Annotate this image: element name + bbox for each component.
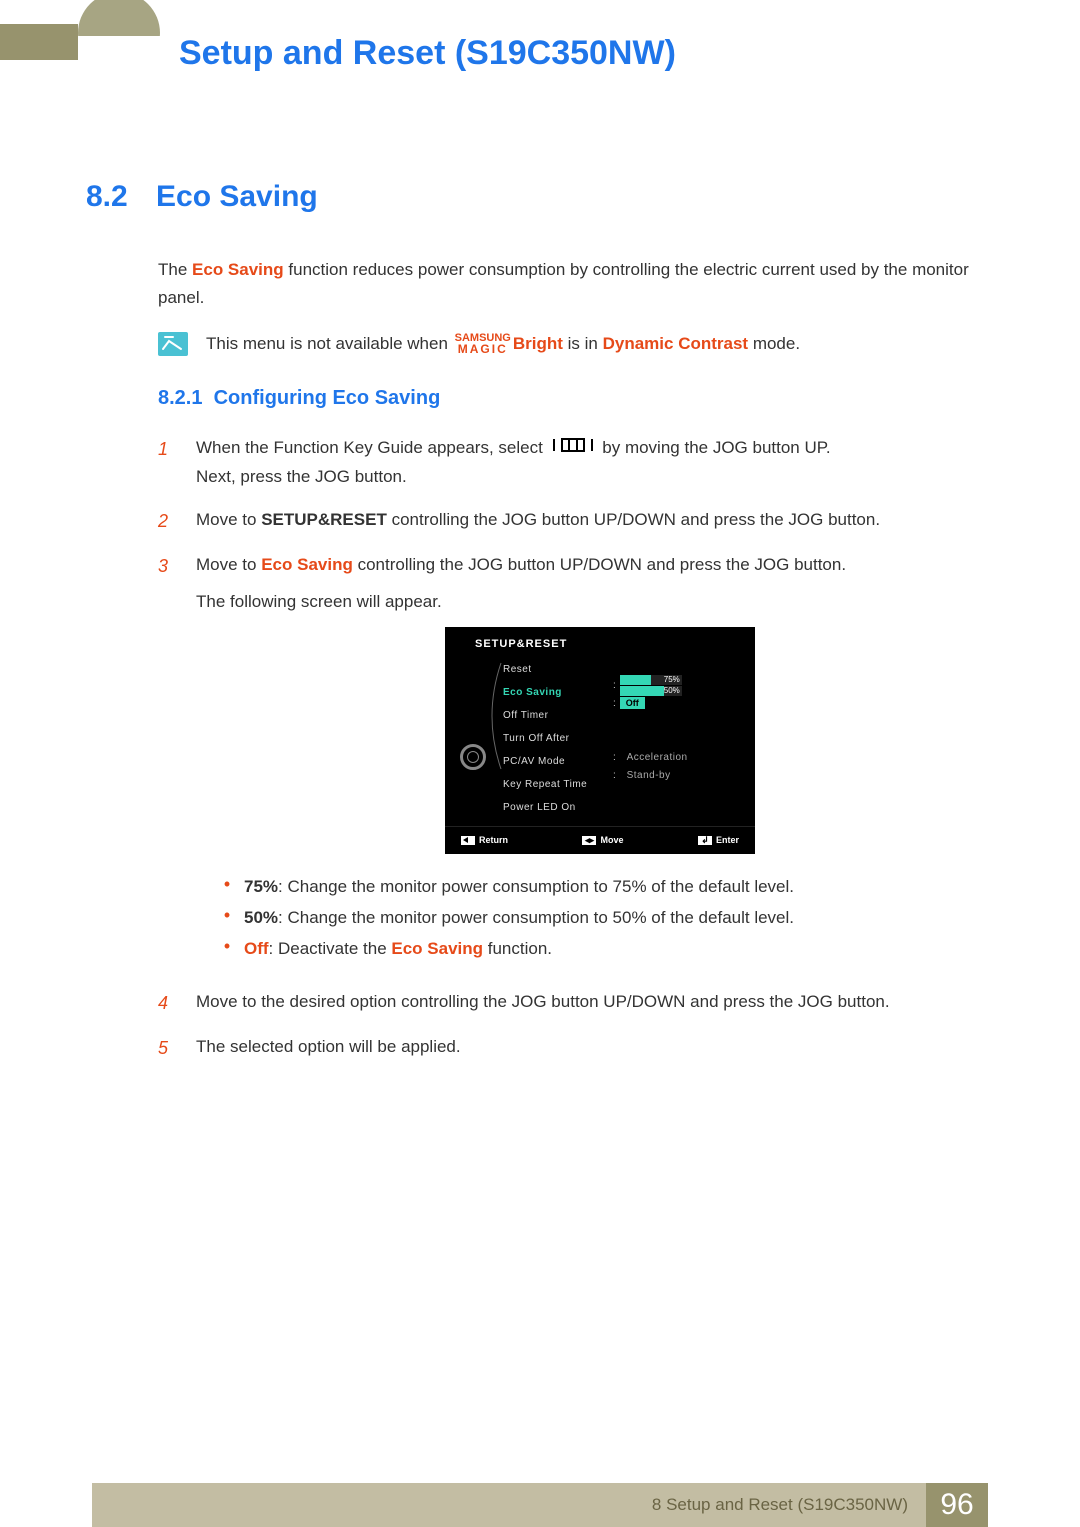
text: is in xyxy=(563,334,603,353)
section-title: Eco Saving xyxy=(156,180,318,214)
text: : Deactivate the xyxy=(269,939,392,958)
subsection-heading: 8.2.1 Configuring Eco Saving xyxy=(158,387,988,410)
bullet-icon: • xyxy=(196,903,232,934)
term-eco-saving: Eco Saving xyxy=(391,939,483,958)
osd-item-powerled: Power LED On xyxy=(503,799,613,816)
note-icon xyxy=(158,332,188,356)
move-icon: ◂▸ xyxy=(582,836,596,845)
return-icon xyxy=(461,836,475,845)
text: Move to the desired option controlling t… xyxy=(196,992,890,1011)
osd-screenshot: SETUP&RESET Reset Eco Saving Off Timer T… xyxy=(445,627,755,855)
eco-option-75: 75% xyxy=(620,675,682,685)
osd-item-keyrep: Key Repeat Time xyxy=(503,776,613,793)
text: mode. xyxy=(748,334,800,353)
option-key: 75% xyxy=(244,877,278,896)
osd-move-button: ◂▸Move xyxy=(582,833,623,848)
osd-item-turnoff: Turn Off After xyxy=(503,730,613,747)
step-number: 4 xyxy=(158,988,176,1019)
text: The following screen will appear. xyxy=(196,592,442,611)
text: : Change the monitor power consumption t… xyxy=(278,908,794,927)
option-key: 50% xyxy=(244,908,278,927)
osd-menu-labels: Reset Eco Saving Off Timer Turn Off Afte… xyxy=(503,659,613,816)
bullet-50: • 50%: Change the monitor power consumpti… xyxy=(196,903,988,934)
osd-value-powerled: : Stand-by xyxy=(613,769,743,781)
enter-icon: ↲ xyxy=(698,836,712,845)
manual-page: Setup and Reset (S19C350NW) 8.2 Eco Savi… xyxy=(0,0,1080,1527)
text: function. xyxy=(483,939,552,958)
step-number: 1 xyxy=(158,434,176,492)
step-5: 5 The selected option will be applied. xyxy=(158,1033,988,1064)
step-list: 1 When the Function Key Guide appears, s… xyxy=(158,434,988,1063)
gear-icon xyxy=(460,744,486,770)
section-heading: 8.2 Eco Saving xyxy=(86,180,988,214)
note-text: This menu is not available when SAMSUNGM… xyxy=(206,330,800,357)
bullet-icon: • xyxy=(196,934,232,965)
osd-values: : 75% 50% :Off : Acceleration xyxy=(613,659,743,816)
osd-item-reset: Reset xyxy=(503,661,613,678)
osd-return-button: Return xyxy=(461,833,508,848)
step-number: 3 xyxy=(158,551,176,975)
osd-item-eco: Eco Saving xyxy=(503,684,613,701)
text: The selected option will be applied. xyxy=(196,1037,461,1056)
osd-value-eco: : 75% 50% xyxy=(613,679,743,691)
subsection-number: 8.2.1 xyxy=(158,387,202,409)
osd-footer: Return ◂▸Move ↲Enter xyxy=(445,826,755,854)
text: : Change the monitor power consumption t… xyxy=(278,877,794,896)
osd-value-keyrep: : Acceleration xyxy=(613,751,743,763)
page-number: 96 xyxy=(926,1483,988,1527)
term-setup-reset: SETUP&RESET xyxy=(261,510,387,529)
footer-chapter: 8 Setup and Reset (S19C350NW) xyxy=(652,1495,908,1515)
text: Move to xyxy=(196,510,261,529)
text: controlling the JOG button UP/DOWN and p… xyxy=(353,555,846,574)
subsection-title: Configuring Eco Saving xyxy=(214,387,441,409)
osd-title: SETUP&RESET xyxy=(457,635,743,660)
section-number: 8.2 xyxy=(86,180,146,214)
step-2: 2 Move to SETUP&RESET controlling the JO… xyxy=(158,506,988,537)
step-number: 2 xyxy=(158,506,176,537)
menu-arc xyxy=(489,659,503,816)
bullet-off: • Off: Deactivate the Eco Saving function… xyxy=(196,934,988,965)
osd-value-offtimer: :Off xyxy=(613,697,743,709)
text: The xyxy=(158,260,192,279)
osd-enter-button: ↲Enter xyxy=(698,833,739,848)
step-3: 3 Move to Eco Saving controlling the JOG… xyxy=(158,551,988,975)
text: Move to xyxy=(196,555,261,574)
term-bright: Bright xyxy=(513,334,563,353)
term-eco-saving: Eco Saving xyxy=(261,555,353,574)
step-1: 1 When the Function Key Guide appears, s… xyxy=(158,434,988,492)
eco-option-50: 50% xyxy=(620,686,682,696)
text: This menu is not available when xyxy=(206,334,453,353)
term-dyncontrast: Dynamic Contrast xyxy=(603,334,748,353)
samsung-magic-logo: SAMSUNGMAGIC xyxy=(455,334,511,355)
option-bullets: • 75%: Change the monitor power consumpti… xyxy=(196,872,988,964)
text: Next, press the JOG button. xyxy=(196,467,407,486)
chapter-title: Setup and Reset (S19C350NW) xyxy=(179,34,676,73)
option-key: Off xyxy=(244,939,269,958)
osd-item-offtimer: Off Timer xyxy=(503,707,613,724)
bullet-75: • 75%: Change the monitor power consumpti… xyxy=(196,872,988,903)
osd-item-pcav: PC/AV Mode xyxy=(503,753,613,770)
note-row: This menu is not available when SAMSUNGM… xyxy=(158,330,988,357)
step-4: 4 Move to the desired option controlling… xyxy=(158,988,988,1019)
intro-paragraph: The Eco Saving function reduces power co… xyxy=(158,256,988,312)
text: When the Function Key Guide appears, sel… xyxy=(196,438,548,457)
text: by moving the JOG button UP. xyxy=(602,438,830,457)
term-eco-saving: Eco Saving xyxy=(192,260,284,279)
step-number: 5 xyxy=(158,1033,176,1064)
bullet-icon: • xyxy=(196,872,232,903)
text: controlling the JOG button UP/DOWN and p… xyxy=(387,510,880,529)
menu-icon xyxy=(552,434,594,463)
eco-option-off: Off xyxy=(620,697,645,709)
page-footer: 8 Setup and Reset (S19C350NW) 96 xyxy=(0,1483,1080,1527)
